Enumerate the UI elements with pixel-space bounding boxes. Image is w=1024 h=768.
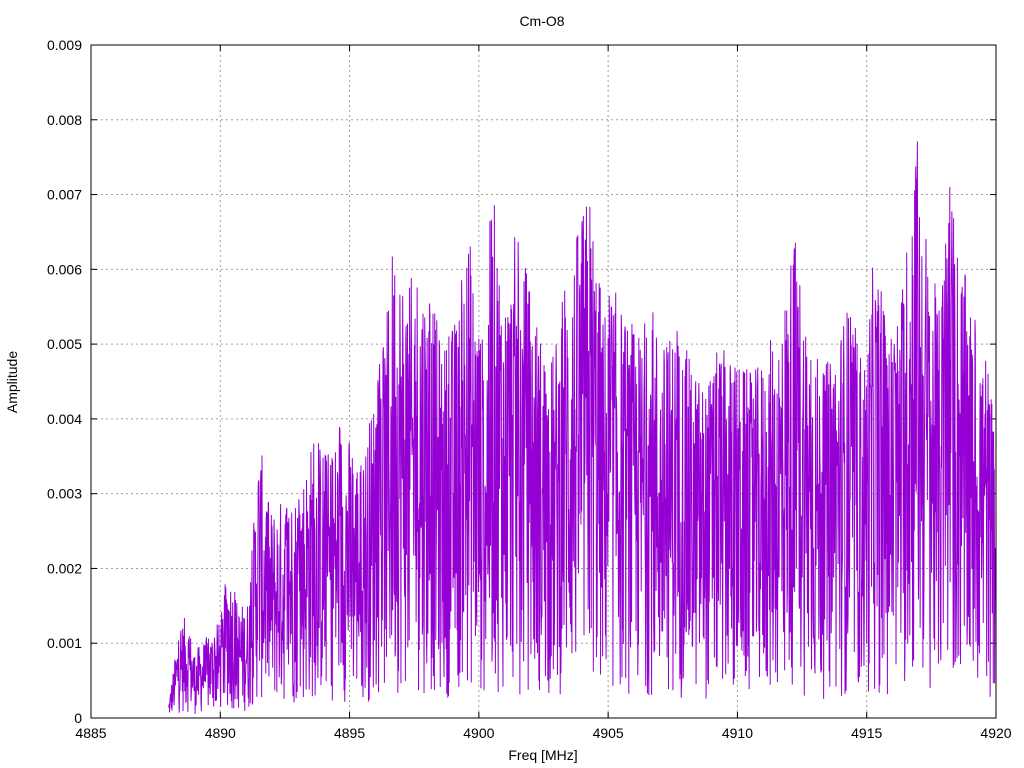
y-tick-label: 0.009 [47,37,82,53]
y-tick-label: 0.006 [47,261,82,277]
x-tick-label: 4885 [75,725,106,741]
x-axis-label: Freq [MHz] [508,747,577,763]
x-tick-label: 4900 [463,725,494,741]
x-tick-label: 4920 [980,725,1011,741]
y-axis-label: Amplitude [4,351,20,413]
chart-canvas: Cm-O8 Freq [MHz] Amplitude 4885 4890 4895 4… [4,13,1012,763]
y-tick-label: 0.004 [47,411,82,427]
y-tick-label: 0.003 [47,486,82,502]
chart-title: Cm-O8 [519,13,564,29]
x-tick-label: 4905 [593,725,624,741]
y-tick-label: 0.001 [47,635,82,651]
y-tick-label: 0 [74,710,82,726]
x-tick-label: 4910 [722,725,753,741]
amplitude-series-line [168,141,997,714]
x-tick-label: 4915 [851,725,882,741]
y-tick-label: 0.002 [47,560,82,576]
x-tick-label: 4895 [334,725,365,741]
y-tick-label: 0.008 [47,112,82,128]
y-tick-label: 0.007 [47,187,82,203]
y-tick-label: 0.005 [47,336,82,352]
x-tick-label: 4890 [205,725,236,741]
series-layer [168,141,997,714]
